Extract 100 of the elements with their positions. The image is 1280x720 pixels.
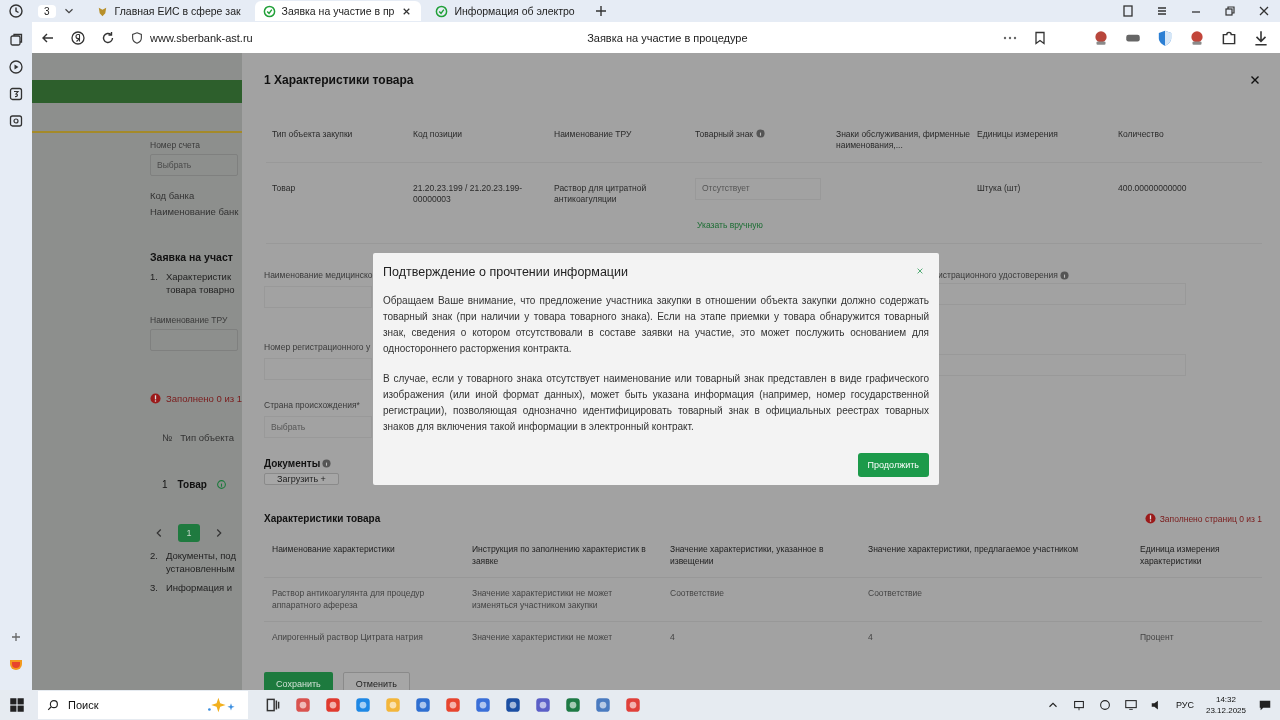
field-label: Наименование медицинско — [264, 270, 373, 281]
app-icon[interactable] — [534, 696, 552, 714]
tabs-icon[interactable] — [8, 32, 24, 48]
table-cell: Соответствие — [868, 588, 923, 599]
app-icon[interactable] — [624, 696, 642, 714]
clock-time[interactable]: 14:32 — [1215, 694, 1236, 705]
table-cell: Товар — [177, 479, 207, 490]
info-icon — [1059, 270, 1069, 280]
page-title: Заявка на участие в процедуре — [586, 31, 749, 44]
column-header: Количество — [1118, 129, 1164, 141]
table-cell: Апирогенный раствор Цитрата натрия — [272, 632, 423, 643]
app-icon[interactable] — [414, 696, 432, 714]
column-header: Знаки обслуживания, фирменные наименования,... — [836, 129, 971, 152]
bookmark-icon[interactable] — [1032, 29, 1048, 46]
app-icon[interactable] — [294, 696, 312, 714]
field-label: Страна происхождения* — [264, 400, 360, 411]
browser-tab[interactable]: Заявка на участие в пр — [254, 1, 422, 21]
field-label: Номер регистрационного у — [264, 342, 371, 353]
dialog-title: Подтверждение о прочтении информации — [383, 265, 628, 279]
table-cell: 400.00000000000 — [1118, 182, 1187, 195]
column-header: Тип объекта — [180, 432, 235, 443]
table-cell: Штука (шт) — [977, 182, 1021, 195]
item-text: товара товарно — [165, 284, 235, 295]
upload-button[interactable]: Загрузить + — [264, 473, 339, 486]
table-cell-text: Раствор для цитратной антикоагуляции — [554, 182, 648, 206]
status-text: Заполнено 0 из 1 — [166, 393, 242, 404]
monitor-icon[interactable] — [1123, 698, 1138, 712]
field-label: Код банка — [150, 190, 195, 201]
column-header: Единица измерения характеристики — [1140, 544, 1220, 566]
column-header: Наименование ТРУ — [554, 129, 632, 141]
windows-icon[interactable] — [8, 696, 26, 714]
panel-title: 1 Характеристики товара — [264, 73, 414, 87]
bookmarks-icon[interactable] — [1120, 3, 1136, 19]
taskbar-search[interactable]: Поиск — [38, 691, 248, 719]
address-url[interactable]: www.sberbank-ast.ru — [150, 31, 253, 44]
info-icon — [216, 480, 226, 489]
language-indicator[interactable]: РУС — [1175, 700, 1194, 710]
field-label: истрационного удостоверения — [938, 270, 1058, 281]
app-icon[interactable] — [594, 696, 612, 714]
notification-icon[interactable] — [1258, 698, 1272, 712]
table-cell: Значение характеристики не может — [472, 632, 613, 643]
browser-tab[interactable]: Информация об электро — [427, 1, 583, 21]
dialog-text: В случае, если у товарного знака отсутствует наименование или товарный знак представлен в виде графического изображения (или иной формат данных), может быть указана информация (например, номер государственной регистрации), позволяющая однозначно идентифицировать товарный знак в официальных реестрах товарных знаков для включения такой информации в электронный контракт. — [383, 372, 929, 434]
play-icon[interactable] — [8, 59, 24, 75]
app-icon[interactable] — [474, 696, 492, 714]
table-cell-text: 21.20.23.199 / 21.20.23.199-00000003 — [413, 182, 524, 206]
dialog-text: Обращаем Ваше внимание, что предложение участника закупки в отношении объекта закупки должно содержать товарный знак (при наличии у товара товарного знака). Если на этапе приемки у товара обнаружится товарный знак, сведения о котором отсутствовали в составе заявки на участие, это может послужить основанием для одностороннего расторжения контракта. — [383, 294, 929, 356]
table-cell: 4 — [670, 632, 675, 643]
browser-tab[interactable]: Главная ЕИС в сфере зак — [87, 1, 249, 21]
task-view-icon[interactable] — [264, 696, 282, 714]
section-title: Заявка на участ — [150, 251, 233, 263]
table-cell: Процент — [1140, 632, 1174, 643]
counter-icon[interactable] — [8, 86, 24, 102]
search-icon — [46, 698, 60, 712]
input-field[interactable] — [264, 358, 372, 381]
table-cell: Соответствие — [670, 588, 725, 599]
item-number: 2. — [150, 550, 158, 563]
check-circle-icon — [262, 4, 276, 18]
extension-icon[interactable] — [1188, 28, 1206, 47]
app-icon[interactable] — [504, 696, 522, 714]
item-number: 3. — [150, 582, 158, 593]
column-header: Значение характеристики, предлагаемое участником — [868, 544, 1079, 555]
item-text: Информация и — [165, 582, 233, 593]
column-header: Код позиции — [413, 129, 463, 141]
alert-icon — [150, 393, 161, 404]
extension-icon[interactable] — [1156, 28, 1174, 47]
table-cell: 4 — [868, 632, 873, 643]
cancel-button[interactable]: Отменить — [342, 672, 410, 690]
restore-icon[interactable] — [1222, 3, 1238, 19]
alert-icon — [1144, 513, 1156, 525]
info-icon — [756, 129, 766, 138]
section-title: Характеристики товара — [264, 513, 381, 525]
app-icon[interactable] — [444, 696, 462, 714]
column-header: Тип объекта закупки — [272, 129, 353, 141]
section-title: Документы — [264, 458, 321, 470]
circle-icon[interactable] — [70, 29, 86, 46]
app-icon[interactable] — [564, 696, 582, 714]
check-circle-icon — [435, 4, 449, 18]
save-button[interactable]: Сохранить — [264, 672, 333, 690]
page-button[interactable]: 1 — [178, 524, 200, 542]
download-icon[interactable] — [1252, 28, 1270, 47]
info-icon — [322, 459, 332, 469]
app-icon[interactable] — [354, 696, 372, 714]
tab-count[interactable]: 3 — [38, 4, 56, 18]
reload-icon[interactable] — [100, 29, 116, 46]
continue-button[interactable]: Продолжить — [857, 453, 929, 477]
app-icon[interactable] — [324, 696, 342, 714]
table-cell: Значение характеристики не может изменяться участником закупки — [472, 588, 613, 610]
item-text: Характеристик — [165, 271, 233, 282]
history-icon[interactable] — [8, 3, 24, 19]
column-header: № — [162, 432, 173, 443]
field-label: Наименование ТРУ — [150, 315, 228, 325]
field-label: Наименование банк — [150, 206, 239, 217]
clock-date[interactable]: 23.12.2025 — [1205, 705, 1246, 716]
column-header: Инструкция по заполнению характеристик в заявке — [472, 544, 646, 566]
status-text: Заполнено страниц 0 из 1 — [1159, 513, 1262, 524]
column-header: Наименование характеристики — [272, 544, 395, 555]
extension-icon[interactable] — [1092, 28, 1110, 47]
gallery-icon[interactable] — [8, 113, 24, 129]
input-field[interactable] — [264, 286, 372, 309]
